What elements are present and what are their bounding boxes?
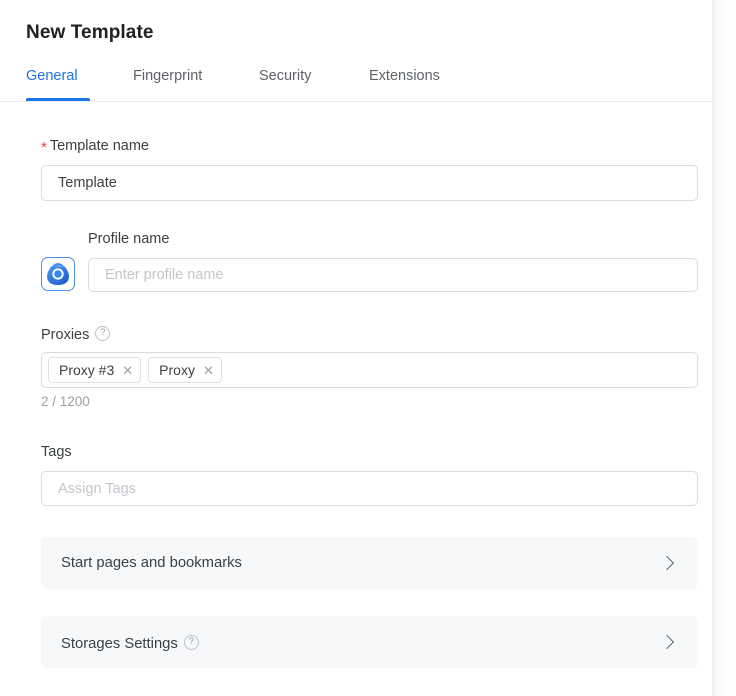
template-name-input[interactable]	[41, 165, 698, 201]
tab-extensions[interactable]: Extensions	[369, 58, 440, 101]
section-label: Start pages and bookmarks	[61, 555, 242, 571]
tab-extensions-label: Extensions	[369, 68, 440, 84]
section-storages-settings[interactable]: Storages Settings	[41, 616, 698, 668]
chevron-right-icon	[659, 634, 675, 650]
question-circle-icon[interactable]	[183, 634, 199, 650]
profile-name-label: Profile name	[88, 231, 170, 247]
section-label: Storages Settings	[61, 633, 662, 652]
proxies-label: Proxies	[41, 324, 111, 344]
proxy-chip[interactable]: Proxy #3 ✕	[48, 357, 142, 383]
close-icon[interactable]: ✕	[122, 364, 133, 377]
proxies-label-text: Proxies	[41, 327, 90, 343]
proxy-chip-label: Proxy #3	[59, 362, 115, 378]
tab-security[interactable]: Security	[259, 58, 311, 101]
profile-name-input[interactable]	[88, 258, 698, 292]
section-label-text: Storages Settings	[61, 635, 178, 652]
section-start-pages-and-bookmarks[interactable]: Start pages and bookmarks	[41, 537, 698, 589]
required-asterisk-icon: *	[41, 139, 47, 156]
proxy-chip[interactable]: Proxy ✕	[148, 357, 222, 383]
question-circle-icon[interactable]	[95, 326, 111, 341]
chevron-right-icon	[659, 555, 675, 571]
page-title: New Template	[26, 22, 154, 43]
tab-general-label: General	[26, 68, 78, 84]
tab-fingerprint[interactable]: Fingerprint	[133, 58, 202, 101]
proxy-chip-label: Proxy	[159, 362, 195, 378]
tab-bar: General Fingerprint Security Extensions	[0, 58, 712, 102]
proxies-counter: 2 / 1200	[41, 394, 90, 409]
close-icon[interactable]: ✕	[203, 364, 214, 377]
template-editor-panel: New Template General Fingerprint Securit…	[0, 0, 712, 696]
template-name-label-text: Template name	[49, 138, 149, 154]
template-name-label: * Template name	[41, 137, 149, 156]
tags-label: Tags	[41, 444, 72, 460]
proxies-input[interactable]: Proxy #3 ✕ Proxy ✕	[41, 352, 698, 388]
tab-general[interactable]: General	[26, 58, 90, 101]
browser-profile-logo-icon[interactable]	[41, 257, 75, 291]
tab-fingerprint-label: Fingerprint	[133, 68, 203, 84]
tab-security-label: Security	[259, 68, 312, 84]
panel-right-edge	[712, 0, 736, 696]
tags-input[interactable]	[41, 471, 698, 506]
